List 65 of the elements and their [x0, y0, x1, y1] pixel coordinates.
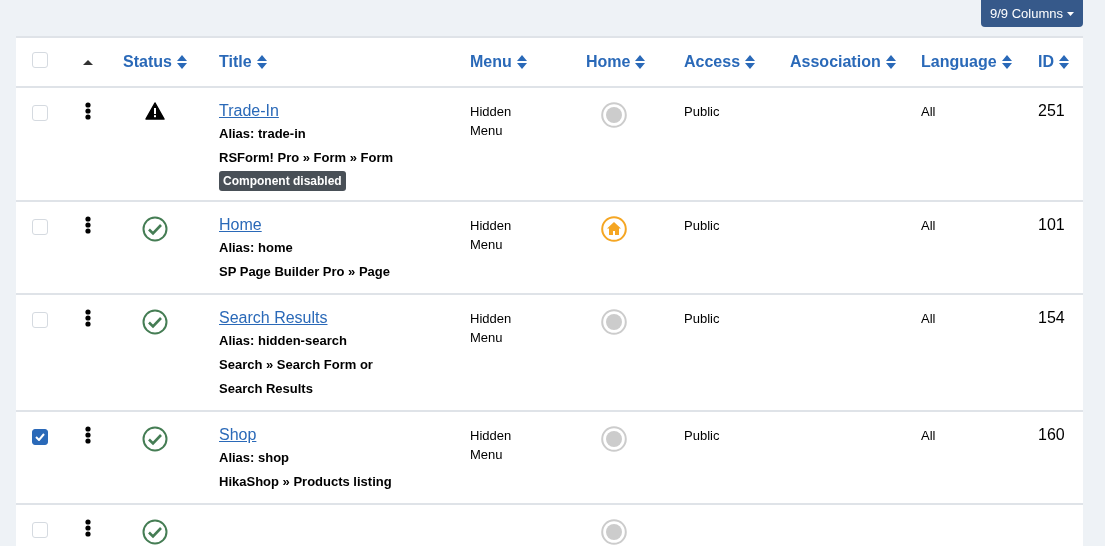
row-checkbox[interactable]: [32, 429, 48, 445]
column-header[interactable]: Access: [684, 53, 756, 71]
column-header[interactable]: Status: [123, 53, 187, 71]
sort-icon: [885, 55, 896, 69]
alias-text: Alias: hidden-search: [219, 332, 348, 350]
column-header[interactable]: Language: [921, 53, 1012, 71]
language-text: All: [921, 310, 937, 328]
check-circle-icon[interactable]: [142, 426, 168, 452]
checkmark-icon: [35, 433, 45, 441]
check-circle-icon[interactable]: [142, 309, 168, 335]
warning-icon[interactable]: [145, 102, 165, 120]
id-text: 101: [1038, 216, 1065, 233]
default-toggle-icon[interactable]: [601, 426, 627, 452]
access-text: Public: [684, 310, 721, 328]
alias-text: Alias: trade-in: [219, 125, 307, 143]
default-toggle-icon[interactable]: [601, 102, 627, 128]
item-type-text: RSForm! Pro » Form » Form: [219, 149, 395, 167]
alias-text: Alias: home: [219, 239, 294, 257]
id-text: 251: [1038, 102, 1065, 119]
column-header[interactable]: Home: [586, 53, 646, 71]
item-title-link[interactable]: Home: [219, 216, 262, 234]
menu-text: Hidden Menu: [470, 103, 513, 140]
item-title-link[interactable]: Shop: [219, 426, 257, 444]
access-text: Public: [684, 427, 721, 445]
item-type-text: SP Page Builder Pro » Page: [219, 263, 391, 281]
columns-button[interactable]: 9/9 Columns: [981, 0, 1083, 27]
access-text: Public: [684, 217, 721, 235]
sort-up-icon[interactable]: [83, 59, 93, 65]
default-toggle-icon[interactable]: [601, 309, 627, 335]
sort-icon: [176, 55, 187, 69]
menu-text: Hidden Menu: [470, 217, 513, 254]
menu-text: Hidden Menu: [470, 427, 513, 464]
sort-icon: [635, 55, 646, 69]
item-title-link[interactable]: Trade-In: [219, 102, 279, 120]
alias-text: Alias: shop: [219, 449, 291, 467]
language-text: All: [921, 217, 937, 235]
sort-icon: [256, 55, 267, 69]
caret-icon: [1067, 11, 1074, 16]
check-circle-icon[interactable]: [142, 216, 168, 242]
id-text: 154: [1038, 309, 1065, 326]
item-type-text: HikaShop » Products listing: [219, 473, 393, 491]
drag-handle-icon[interactable]: [85, 519, 91, 537]
column-header[interactable]: ID: [1038, 53, 1069, 71]
sort-icon: [516, 55, 527, 69]
sort-icon: [1001, 55, 1012, 69]
menu-text: Hidden Menu: [470, 310, 513, 347]
drag-handle-icon[interactable]: [85, 102, 91, 120]
status-badge: Component disabled: [219, 171, 346, 191]
sort-icon: [745, 55, 756, 69]
id-text: 160: [1038, 426, 1065, 443]
drag-handle-icon[interactable]: [85, 426, 91, 444]
select-all-checkbox[interactable]: [32, 52, 48, 68]
item-type-text: Search » Search Form or Search Results: [219, 356, 374, 398]
column-header[interactable]: Menu: [470, 53, 527, 71]
item-title-link[interactable]: Search Results: [219, 309, 328, 327]
access-text: Public: [684, 103, 721, 121]
sort-icon: [1059, 55, 1069, 69]
check-circle-icon[interactable]: [142, 519, 168, 545]
drag-handle-icon[interactable]: [85, 309, 91, 327]
drag-handle-icon[interactable]: [85, 216, 91, 234]
column-header[interactable]: Title: [219, 53, 267, 71]
language-text: All: [921, 427, 937, 445]
default-toggle-icon[interactable]: [601, 519, 627, 545]
language-text: All: [921, 103, 937, 121]
column-header[interactable]: Association: [790, 53, 896, 71]
